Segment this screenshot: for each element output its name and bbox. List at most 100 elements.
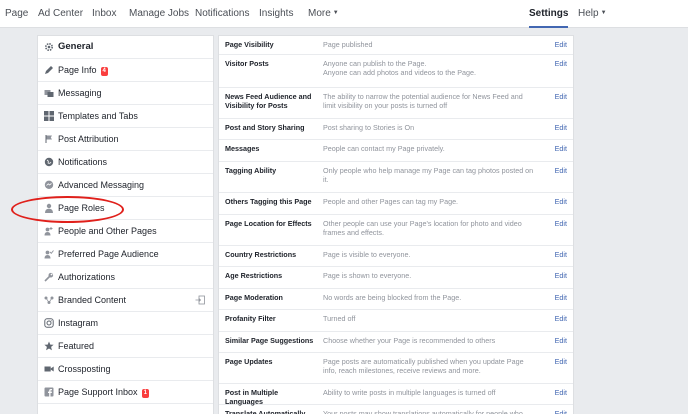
settings-row-page-visibility[interactable]: Page Visibility Page published Edit — [219, 36, 573, 55]
nav-help[interactable]: Help ▼ — [578, 0, 607, 27]
edit-link[interactable]: Edit — [555, 144, 567, 153]
setting-description-line: info, reach milestones, receive reviews … — [323, 366, 481, 375]
top-navigation: Page Ad Center Inbox Manage Jobs Notific… — [0, 0, 688, 28]
settings-row-post-in-multiple-languages[interactable]: Post in Multiple Languages Ability to wri… — [219, 384, 573, 406]
sidebar-item-label: Post Attribution — [58, 134, 119, 144]
setting-description-line: it. — [323, 175, 329, 184]
sidebar-item-label: Notifications — [58, 157, 108, 167]
nav-inbox[interactable]: Inbox — [92, 0, 116, 27]
messaging-icon — [44, 88, 54, 98]
sidebar-item-general[interactable]: General — [38, 36, 213, 59]
setting-description-line: Choose whether your Page is recommended … — [323, 336, 496, 345]
sidebar-item-page-info[interactable]: Page Info 4 — [38, 59, 213, 82]
setting-description-line: Only people who help manage my Page can … — [323, 166, 534, 175]
setting-name: Page Updates — [225, 357, 273, 366]
setting-description-line: Other people can use your Page's locatio… — [323, 219, 522, 228]
setting-description-line: Your posts may show translations automat… — [323, 409, 523, 414]
edit-link[interactable]: Edit — [555, 336, 567, 345]
setting-name: Age Restrictions — [225, 271, 283, 280]
sidebar-item-post-attribution[interactable]: Post Attribution — [38, 128, 213, 151]
setting-description-line: Page is shown to everyone. — [323, 271, 412, 280]
nav-notifications[interactable]: Notifications — [195, 0, 249, 27]
caret-down-icon: ▼ — [332, 10, 339, 16]
settings-row-profanity-filter[interactable]: Profanity Filter Turned off Edit — [219, 310, 573, 332]
sidebar-item-page-support-inbox[interactable]: Page Support Inbox 1 — [38, 381, 213, 404]
external-link-icon[interactable] — [195, 295, 205, 305]
setting-name: Country Restrictions — [225, 250, 297, 259]
sidebar-item-templates-and-tabs[interactable]: Templates and Tabs — [38, 105, 213, 128]
setting-name: Page Visibility — [225, 40, 274, 49]
edit-link[interactable]: Edit — [555, 59, 567, 68]
sidebar-item-instagram[interactable]: Instagram — [38, 312, 213, 335]
edit-link[interactable]: Edit — [555, 271, 567, 280]
settings-row-news-feed-audience-and-visibility-for-posts[interactable]: News Feed Audience and Visibility for Po… — [219, 88, 573, 119]
sidebar-item-label: Instagram — [58, 318, 99, 328]
setting-description-line: Ability to write posts in multiple langu… — [323, 388, 496, 397]
globe-icon — [44, 157, 54, 167]
edit-link[interactable]: Edit — [555, 409, 567, 414]
sidebar-item-featured[interactable]: Featured — [38, 335, 213, 358]
nav-help-label: Help — [578, 8, 599, 20]
person-icon — [44, 203, 54, 213]
setting-description-line: People can contact my Page privately. — [323, 144, 445, 153]
settings-row-similar-page-suggestions[interactable]: Similar Page Suggestions Choose whether y… — [219, 332, 573, 353]
settings-row-tagging-ability[interactable]: Tagging Ability Only people who help mana… — [219, 162, 573, 193]
nav-settings[interactable]: Settings — [529, 0, 569, 28]
setting-description: Only people who help manage my Page can … — [323, 166, 538, 184]
edit-link[interactable]: Edit — [555, 250, 567, 259]
edit-link[interactable]: Edit — [555, 40, 567, 49]
settings-row-page-location-for-effects[interactable]: Page Location for Effects Other people ca… — [219, 215, 573, 246]
edit-link[interactable]: Edit — [555, 293, 567, 302]
sidebar-item-label-wrap: Page Info 4 — [58, 59, 108, 81]
grid-icon — [44, 111, 54, 121]
setting-description: Page posts are automatically published w… — [323, 357, 538, 375]
setting-name: Translate Automatically — [225, 409, 306, 414]
nav-manage-jobs[interactable]: Manage Jobs — [129, 0, 189, 27]
sidebar-item-advanced-messaging[interactable]: Advanced Messaging — [38, 174, 213, 197]
nav-more[interactable]: More ▼ — [308, 0, 339, 27]
setting-description: Other people can use your Page's locatio… — [323, 219, 538, 237]
nav-insights[interactable]: Insights — [259, 0, 293, 27]
nav-page[interactable]: Page — [5, 0, 28, 27]
sidebar-item-label: Page Info — [58, 65, 97, 75]
setting-description: Your posts may show translations automat… — [323, 409, 538, 414]
nav-more-label: More — [308, 8, 331, 20]
settings-row-age-restrictions[interactable]: Age Restrictions Page is shown to everyon… — [219, 267, 573, 289]
sidebar-item-label: Preferred Page Audience — [58, 249, 159, 259]
edit-link[interactable]: Edit — [555, 123, 567, 132]
star-icon — [44, 341, 54, 351]
sidebar-item-notifications[interactable]: Notifications — [38, 151, 213, 174]
sidebar-item-label-wrap: Page Support Inbox 1 — [58, 381, 149, 403]
sidebar-item-page-roles[interactable]: Page Roles — [38, 197, 213, 220]
settings-row-others-tagging-this-page[interactable]: Others Tagging this Page People and other… — [219, 193, 573, 215]
edit-link[interactable]: Edit — [555, 388, 567, 397]
sidebar-item-messaging[interactable]: Messaging — [38, 82, 213, 105]
edit-link[interactable]: Edit — [555, 219, 567, 228]
chat-bubble-icon — [44, 180, 54, 190]
sidebar-item-label: Advanced Messaging — [58, 180, 145, 190]
setting-name: Page Moderation — [225, 293, 283, 302]
edit-link[interactable]: Edit — [555, 92, 567, 101]
nav-ad-center[interactable]: Ad Center — [38, 0, 83, 27]
sidebar-item-people-and-other-pages[interactable]: People and Other Pages — [38, 220, 213, 243]
edit-link[interactable]: Edit — [555, 197, 567, 206]
setting-name: Similar Page Suggestions — [225, 336, 314, 345]
sidebar-item-label: Featured — [58, 341, 95, 351]
edit-link[interactable]: Edit — [555, 166, 567, 175]
settings-row-visitor-posts[interactable]: Visitor Posts Anyone can publish to the P… — [219, 55, 573, 88]
sidebar-item-authorizations[interactable]: Authorizations — [38, 266, 213, 289]
settings-row-post-and-story-sharing[interactable]: Post and Story Sharing Post sharing to St… — [219, 119, 573, 140]
sidebar-item-branded-content[interactable]: Branded Content — [38, 289, 213, 312]
edit-link[interactable]: Edit — [555, 314, 567, 323]
settings-row-page-updates[interactable]: Page Updates Page posts are automatically… — [219, 353, 573, 384]
setting-description: The ability to narrow the potential audi… — [323, 92, 538, 110]
sidebar-item-crossposting[interactable]: Crossposting — [38, 358, 213, 381]
edit-link[interactable]: Edit — [555, 357, 567, 366]
setting-name: Post in Multiple Languages — [225, 388, 279, 406]
sidebar-item-preferred-page-audience[interactable]: Preferred Page Audience — [38, 243, 213, 266]
settings-row-country-restrictions[interactable]: Country Restrictions Page is visible to e… — [219, 246, 573, 267]
settings-row-messages[interactable]: Messages People can contact my Page priva… — [219, 140, 573, 162]
settings-row-page-moderation[interactable]: Page Moderation No words are being blocke… — [219, 289, 573, 310]
setting-name: Profanity Filter — [225, 314, 276, 323]
setting-description: People can contact my Page privately. — [323, 144, 538, 153]
